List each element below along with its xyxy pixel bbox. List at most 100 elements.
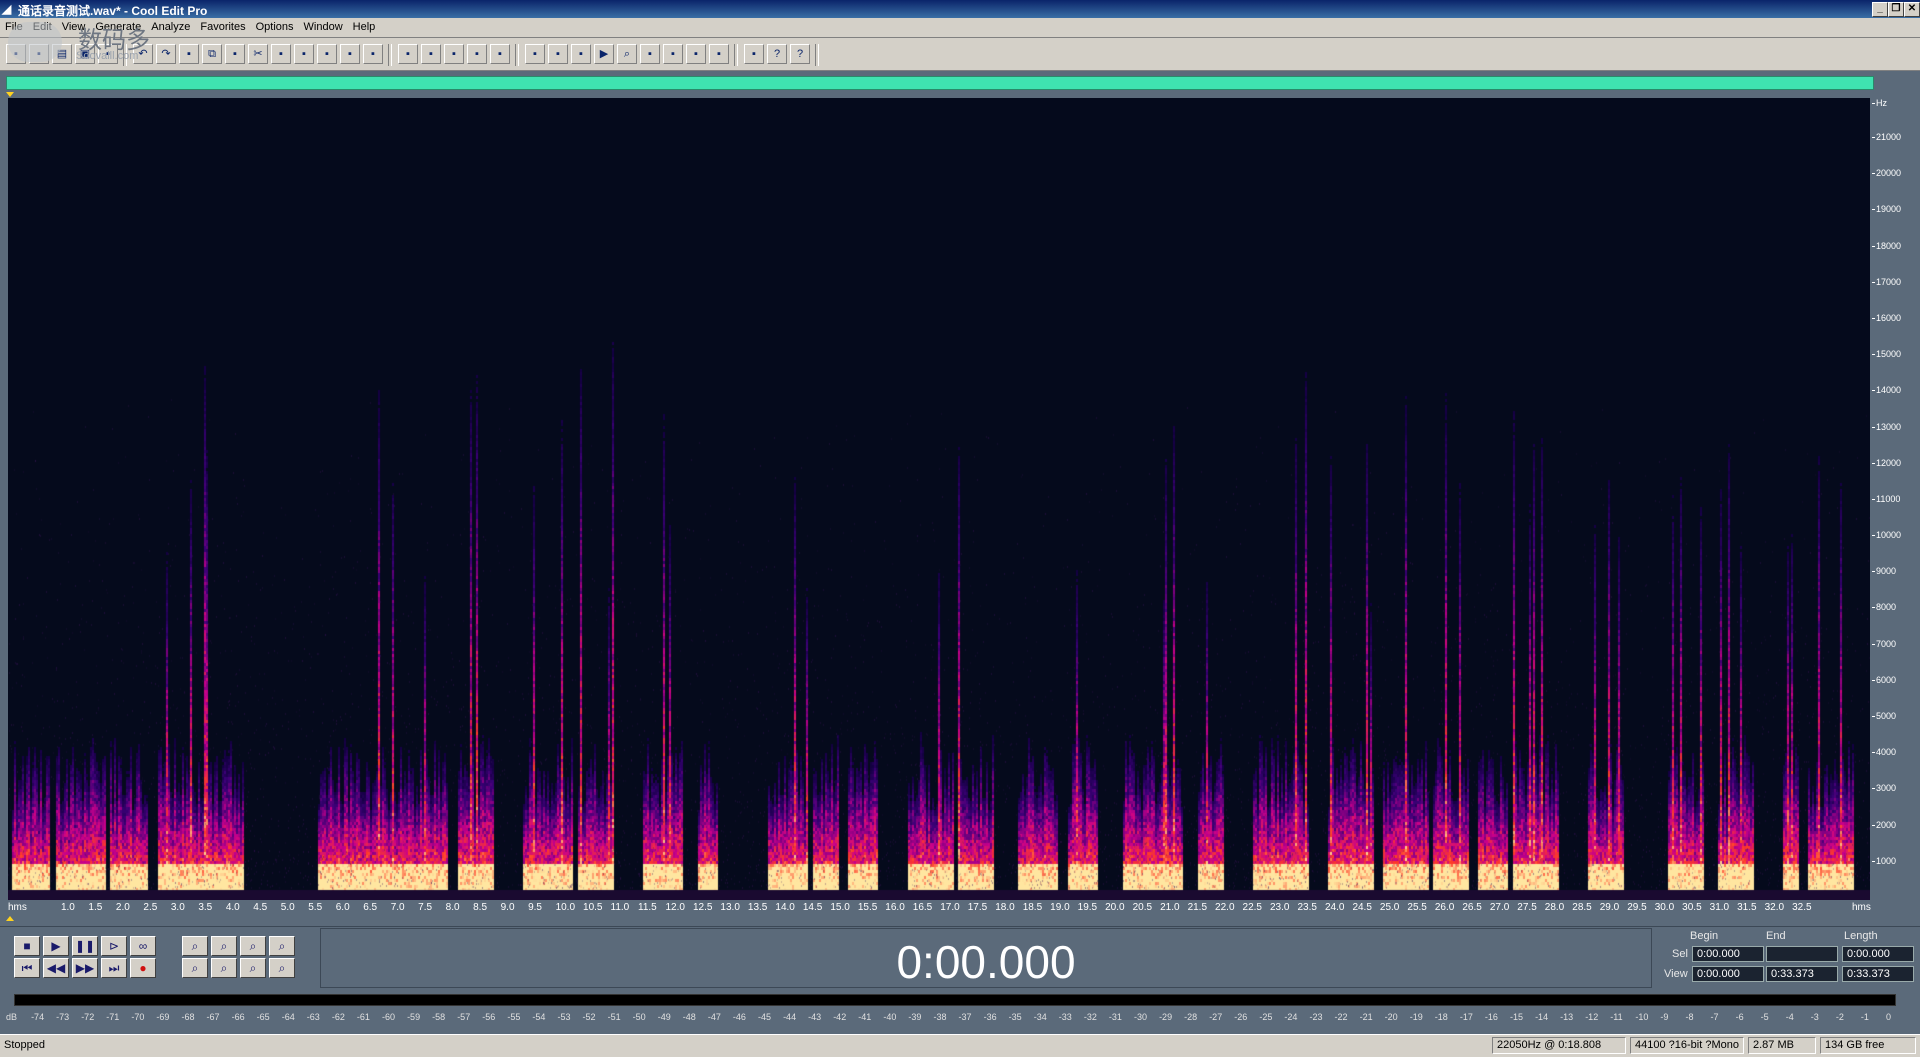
meter-tick-label: -54 [532,1012,546,1022]
pause-button[interactable]: ❚❚ [72,936,98,956]
mute-button[interactable]: ▪ [363,44,383,64]
play-to-end-button[interactable]: ⊳ [101,936,127,956]
menu-favorites[interactable]: Favorites [195,18,250,33]
time-tick-label: 31.0 [1709,902,1730,913]
time-tick-label: 32.0 [1764,902,1785,913]
time-tick-label: 19.0 [1050,902,1070,913]
view-length-field[interactable]: 0:33.373 [1842,966,1914,982]
start-marker-icon[interactable] [6,92,14,97]
spectrogram-view[interactable] [8,98,1870,900]
trim-button[interactable]: ▪ [340,44,360,64]
play-button[interactable]: ▶ [43,936,69,956]
snap-button[interactable]: ▪ [663,44,683,64]
scripts-icon: ▪ [752,48,756,60]
edit-left-button[interactable]: ▪ [444,44,464,64]
info-icon: ▪ [579,48,583,60]
sel-end-field[interactable] [1766,946,1838,962]
frequency-tick-label: 18000 [1871,240,1902,251]
spectral-view-button[interactable]: ▪ [398,44,418,64]
menu-window[interactable]: Window [299,18,348,33]
help-button[interactable]: ? [767,44,787,64]
restore-button[interactable]: ❐ [1888,2,1904,17]
sel-begin-field[interactable]: 0:00.000 [1692,946,1764,962]
play-list-button[interactable]: ▪ [548,44,568,64]
zoom-out-full-button[interactable]: ⌕ [240,936,266,956]
play-list-icon: ▪ [556,48,560,60]
meter-tick-label: -8 [1685,1012,1694,1022]
time-tick-label: 27.0 [1489,902,1510,913]
paste-icon: ▪ [279,48,283,60]
zoom-in-right-icon: ⌕ [220,961,228,975]
time-format-button[interactable]: ▪ [640,44,660,64]
zoom-in-vertical-button[interactable]: ⌕ [269,936,295,956]
scripts-button[interactable]: ▪ [744,44,764,64]
zoom-in-horizontal-button[interactable]: ⌕ [182,936,208,956]
overview-bar[interactable] [6,76,1874,90]
time-tick-label: 15.0 [830,902,850,913]
time-tick-label: 25.0 [1379,902,1400,913]
view-end-field[interactable]: 0:33.373 [1766,966,1838,982]
copy-to-new-button[interactable]: ▪ [225,44,245,64]
rewind-button[interactable]: ◀◀ [43,958,69,978]
time-tick-label: 28.5 [1572,902,1592,913]
meter-tick-label: -29 [1159,1012,1173,1022]
marker-button[interactable]: ▪ [686,44,706,64]
selection-panel: Begin End Length Sel View 0:00.000 0:00.… [1656,928,1920,988]
loop-button[interactable]: ∞ [130,936,156,956]
mix-paste-icon: ▪ [325,48,329,60]
time-tick-label: 23.0 [1270,902,1290,913]
meter-tick-label: -2 [1835,1012,1844,1022]
frequency-ruler: Hz 21000 20000 19000 18000 17000 16000 15000 14… [1871,98,1920,900]
minimize-button[interactable]: _ [1872,2,1888,17]
copy-icon: ⧉ [208,48,216,60]
view-begin-field[interactable]: 0:00.000 [1692,966,1764,982]
repeat-button[interactable]: ▪ [179,44,199,64]
whats-this-button[interactable]: ? [790,44,810,64]
edit-both-button[interactable]: ▪ [490,44,510,64]
go-to-start-button[interactable]: ⏮ [14,958,40,978]
menu-help[interactable]: Help [348,18,381,33]
end-marker-icon[interactable] [6,916,14,921]
zoom-out-vertical-button[interactable]: ⌕ [269,958,295,978]
snap-icon: ▪ [671,48,675,60]
settings-button[interactable]: ▪ [709,44,729,64]
meter-tick-label: -24 [1284,1012,1298,1022]
menu-options[interactable]: Options [251,18,299,33]
close-button[interactable]: ✕ [1904,2,1920,17]
time-tick-label: 10.5 [583,902,603,913]
edit-right-button[interactable]: ▪ [467,44,487,64]
time-tick-label: 8.5 [473,902,488,913]
go-to-end-button[interactable]: ⏭ [101,958,127,978]
spectrogram-canvas[interactable] [8,98,1870,900]
cue-list-button[interactable]: ▪ [525,44,545,64]
meter-tick-label: -6 [1735,1012,1744,1022]
paste-button[interactable]: ▪ [271,44,291,64]
meter-tick-label: -11 [1610,1012,1623,1022]
zoom-button[interactable]: ⌕ [617,44,637,64]
fast-forward-button[interactable]: ▶▶ [72,958,98,978]
app-icon[interactable]: ◢ [2,2,16,16]
stop-button[interactable]: ■ [14,936,40,956]
record-button[interactable]: ● [130,958,156,978]
toolbar: ▪▪▤▣▪↶↷▪⧉▪✂▪▪▪▪▪▪▪▪▪▪▪▪▪▶⌕▪▪▪▪▪?? [0,38,1920,71]
copy-button[interactable]: ⧉ [202,44,222,64]
paste-to-new-button[interactable]: ▪ [294,44,314,64]
info-button[interactable]: ▪ [571,44,591,64]
time-tick-label: 23.5 [1297,902,1317,913]
meter-tick-label: -21 [1359,1012,1373,1022]
zoom-in-left-button[interactable]: ⌕ [182,958,208,978]
zoom-selection-button[interactable]: ⌕ [240,958,266,978]
zoom-in-right-button[interactable]: ⌕ [211,958,237,978]
sel-length-field[interactable]: 0:00.000 [1842,946,1914,962]
waveform-view-icon: ▪ [429,48,433,60]
time-tick-label: 1.5 [88,902,103,913]
mix-paste-button[interactable]: ▪ [317,44,337,64]
meter-tick-label: -32 [1083,1012,1097,1022]
play-button[interactable]: ▶ [594,44,614,64]
zoom-out-horizontal-button[interactable]: ⌕ [211,936,237,956]
waveform-view-button[interactable]: ▪ [421,44,441,64]
time-ruler: hms hms 1.0 1.5 2.0 2.5 3.0 3.5 4.0 4.5 5.0 5.5 6.… [8,900,1871,916]
cut-button[interactable]: ✂ [248,44,268,64]
time-tick-label: 3.0 [170,902,185,913]
time-display: 0:00.000 [896,936,1076,988]
